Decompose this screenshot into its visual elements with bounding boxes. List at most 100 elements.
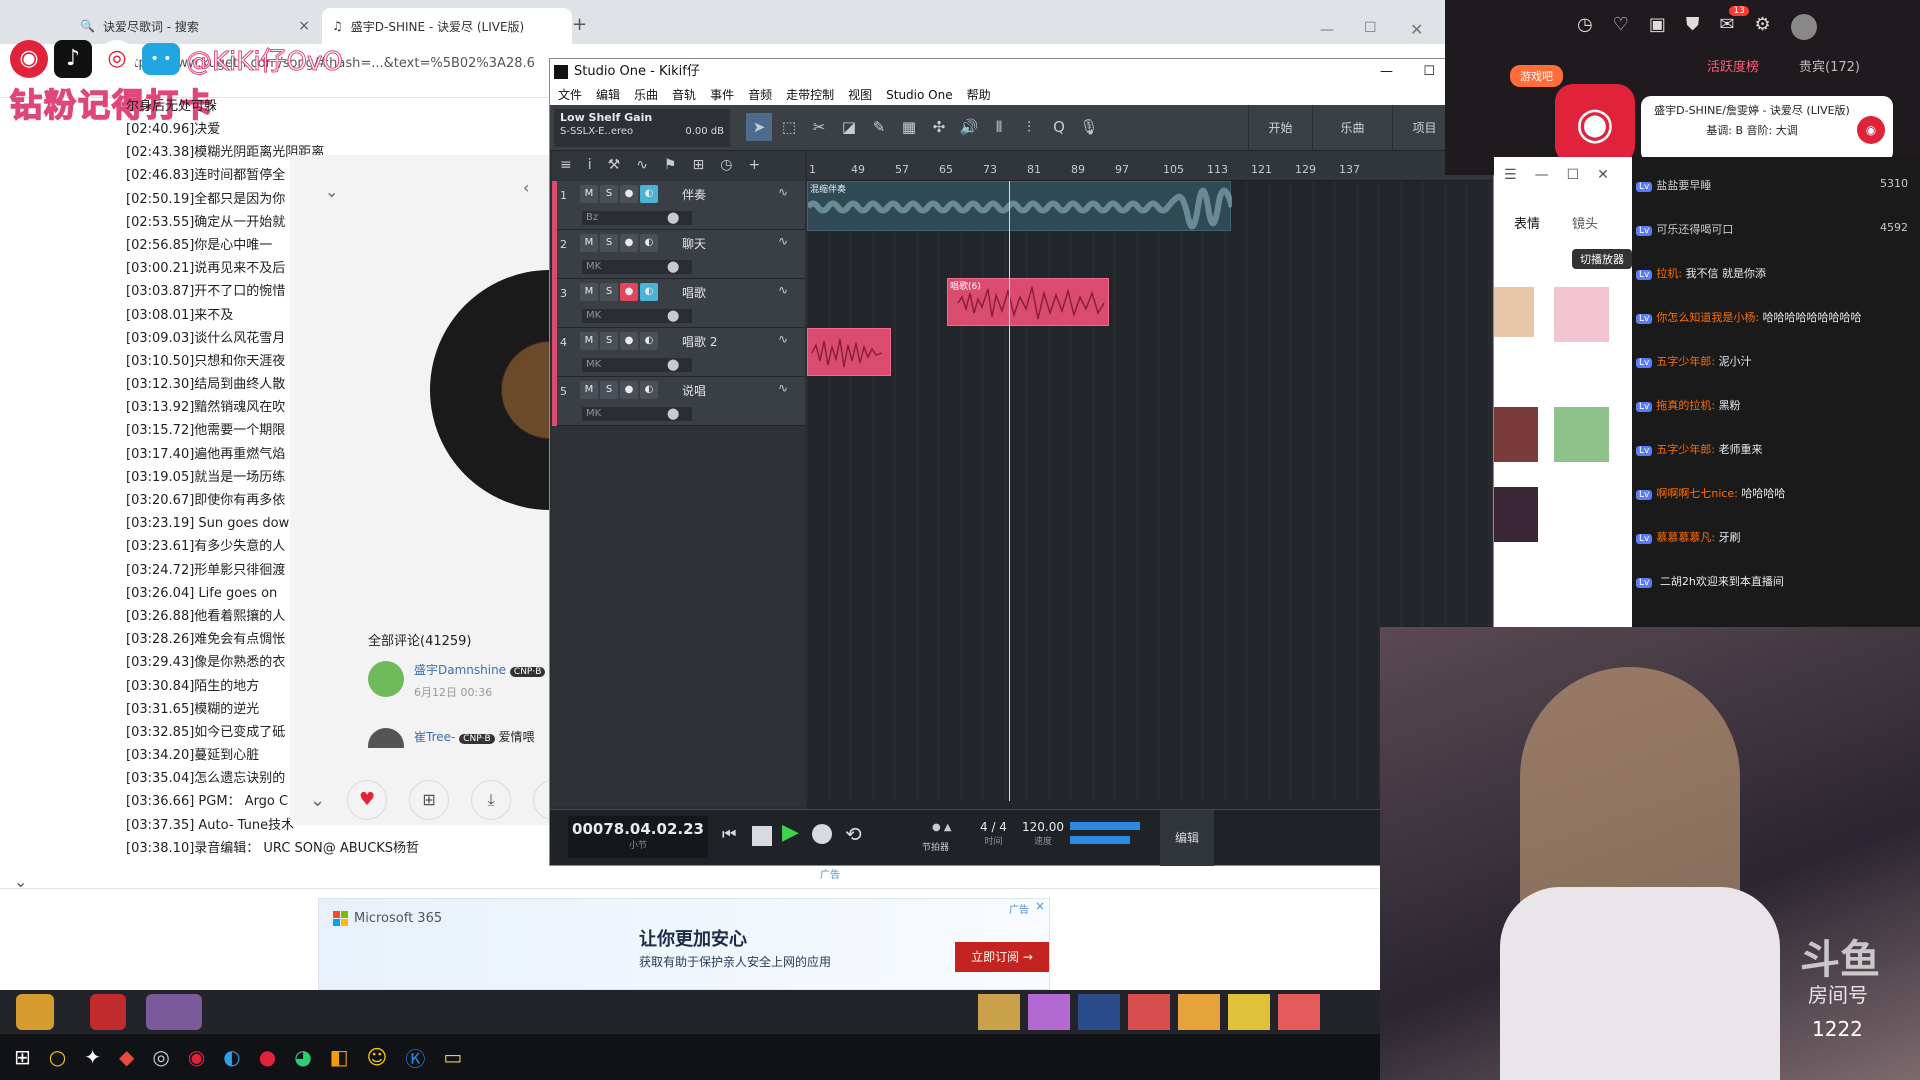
listen-tool-icon[interactable]: ✣ bbox=[926, 113, 952, 141]
netease-icon[interactable]: ◉ bbox=[188, 1045, 205, 1069]
audio-clip-vocal[interactable]: 唱歌(6) bbox=[947, 278, 1109, 326]
record-arm-button[interactable]: ● bbox=[620, 234, 638, 252]
chat-username[interactable]: 拉机: bbox=[1656, 267, 1682, 280]
track-row[interactable]: 4 M S ● ◐ 唱歌 2 ∿ MK ⬤ bbox=[552, 328, 805, 377]
menu-item[interactable]: 帮助 bbox=[967, 85, 991, 105]
solo-button[interactable]: S bbox=[600, 381, 618, 399]
record-arm-button[interactable]: ● bbox=[620, 185, 638, 203]
add-track-icon[interactable]: + bbox=[748, 157, 760, 175]
plugin-info[interactable]: Low Shelf Gain S-SSLX-E..ereo 0.00 dB bbox=[554, 109, 730, 147]
chat-username[interactable]: 你怎么知道我是小杨: bbox=[1656, 311, 1759, 324]
playhead[interactable] bbox=[1009, 181, 1010, 801]
download-icon[interactable]: ⤓ bbox=[471, 780, 512, 820]
track-row[interactable]: 2 M S ● ◐ 聊天 ∿ MK ⬤ bbox=[552, 230, 805, 279]
audio-clip-vocal2[interactable] bbox=[807, 328, 891, 376]
rewind-icon[interactable]: ⏮ bbox=[722, 824, 736, 844]
chevron-down-icon[interactable]: ⌄ bbox=[310, 790, 325, 811]
monitor-button[interactable]: ◐ bbox=[640, 381, 658, 399]
grid-icon[interactable]: ⊞ bbox=[692, 157, 704, 175]
chat-message[interactable]: Lv 五字少年郎: 泥小汁 bbox=[1636, 353, 1916, 369]
gift-icon[interactable] bbox=[90, 994, 126, 1030]
gift-icon[interactable] bbox=[978, 994, 1020, 1030]
add-to-list-icon[interactable]: ⊞ bbox=[409, 780, 450, 820]
toggle-icon[interactable]: ⬤ bbox=[667, 260, 679, 273]
metronome-icon[interactable]: ● ▲ bbox=[932, 822, 952, 833]
chat-message[interactable]: Lv 拖真的拉机: 黑粉 bbox=[1636, 397, 1916, 413]
chat-message[interactable]: Lv 五字少年郎: 老师重来 bbox=[1636, 441, 1916, 457]
clock-icon[interactable]: ◷ bbox=[1577, 14, 1593, 40]
pencil-tool-icon[interactable]: ✎ bbox=[866, 113, 892, 141]
switch-player-button[interactable]: 切播放器 bbox=[1572, 249, 1632, 269]
mute-button[interactable]: M bbox=[580, 332, 598, 350]
chat-message[interactable]: Lv 啊啊啊七七nice: 哈哈哈哈 bbox=[1636, 485, 1916, 501]
chat-username[interactable]: 可乐还得喝可口 bbox=[1656, 223, 1733, 236]
comment-user[interactable]: 盛宇Damnshine bbox=[414, 663, 506, 677]
track-name[interactable]: 唱歌 2 bbox=[682, 333, 717, 350]
gift-icon[interactable] bbox=[1278, 994, 1320, 1030]
speaker-icon[interactable]: 🔊 bbox=[956, 113, 982, 141]
track-name[interactable]: 说唱 bbox=[682, 382, 706, 399]
chat-message[interactable]: Lv 盐盐要早睡 5310 bbox=[1636, 177, 1916, 193]
solo-button[interactable]: S bbox=[600, 185, 618, 203]
calendar-icon[interactable]: ▣ bbox=[1649, 14, 1666, 40]
gift-icon[interactable] bbox=[1128, 994, 1170, 1030]
info-icon[interactable]: i bbox=[588, 157, 592, 175]
close-icon[interactable]: ✕ bbox=[1597, 167, 1609, 183]
menu-item[interactable]: 视图 bbox=[848, 85, 872, 105]
menu-item[interactable]: 乐曲 bbox=[634, 85, 658, 105]
avatar[interactable] bbox=[368, 661, 404, 697]
record-arm-button[interactable]: ● bbox=[620, 381, 638, 399]
maximize-icon[interactable]: ☐ bbox=[1567, 167, 1580, 183]
tab-song[interactable]: ♫ 盛宇D-SHINE - 诀爱尽 (LIVE版) bbox=[322, 8, 572, 44]
automation-icon[interactable]: ∿ bbox=[778, 185, 788, 199]
track-name[interactable]: 唱歌 bbox=[682, 284, 706, 301]
gift-icon[interactable] bbox=[1178, 994, 1220, 1030]
menu-item[interactable]: 编辑 bbox=[596, 85, 620, 105]
track-row[interactable]: 5 M S ● ◐ 说唱 ∿ MK ⬤ bbox=[552, 377, 805, 426]
mic-icon[interactable]: 🎙 bbox=[1076, 113, 1102, 141]
app-icon[interactable]: ☺ bbox=[367, 1045, 388, 1069]
app-icon[interactable]: ◧ bbox=[330, 1045, 349, 1069]
wrench-icon[interactable]: ⚒ bbox=[608, 157, 621, 175]
tempo-value[interactable]: 120.00 bbox=[1022, 820, 1064, 834]
studio-one-icon[interactable]: ✦ bbox=[84, 1045, 101, 1069]
chat-username[interactable]: 五字少年郎: bbox=[1656, 443, 1715, 456]
quantize-icon[interactable]: ⫶ bbox=[1016, 113, 1042, 141]
minimize-icon[interactable]: — bbox=[1535, 167, 1549, 183]
close-icon[interactable]: × bbox=[298, 18, 310, 34]
solo-button[interactable]: S bbox=[600, 283, 618, 301]
list-icon[interactable]: ≡ bbox=[560, 157, 572, 175]
toggle-icon[interactable]: ⬤ bbox=[667, 211, 679, 224]
solo-button[interactable]: S bbox=[600, 234, 618, 252]
mute-button[interactable]: M bbox=[580, 381, 598, 399]
chat-message[interactable]: Lv 慕慕慕慕凡: 牙刷 bbox=[1636, 529, 1916, 545]
q-icon[interactable]: Q bbox=[1046, 113, 1072, 141]
chat-username[interactable]: 盐盐要早睡 bbox=[1656, 179, 1711, 192]
steam-icon[interactable]: ◎ bbox=[152, 1045, 169, 1069]
chat-message[interactable]: Lv 你怎么知道我是小杨: 哈哈哈哈哈哈哈哈哈 bbox=[1636, 309, 1916, 325]
tab-camera[interactable]: 镜头 bbox=[1572, 213, 1598, 232]
heart-icon[interactable]: ♡ bbox=[1613, 14, 1629, 40]
bend-tool-icon[interactable]: ▦ bbox=[896, 113, 922, 141]
menu-item[interactable]: 音轨 bbox=[672, 85, 696, 105]
ad-banner[interactable]: Microsoft 365 让你更加安心 获取有助于保护亲人安全上网的应用 广告… bbox=[318, 898, 1050, 990]
mute-button[interactable]: M bbox=[580, 185, 598, 203]
menu-item[interactable]: 音频 bbox=[748, 85, 772, 105]
eraser-tool-icon[interactable]: ◪ bbox=[836, 113, 862, 141]
time-signature[interactable]: 4 / 4 bbox=[980, 820, 1007, 834]
maximize-icon[interactable]: ☐ bbox=[1423, 59, 1435, 85]
tab-emotes[interactable]: 表情 bbox=[1514, 213, 1540, 232]
record-arm-button[interactable]: ● bbox=[620, 283, 638, 301]
settings-icon[interactable]: ⚙ bbox=[1754, 14, 1770, 40]
loop-icon[interactable]: ⟲ bbox=[845, 822, 862, 846]
shirt-icon[interactable]: ⛊ bbox=[1686, 14, 1700, 40]
tab-vip[interactable]: 贵宾(172) bbox=[1799, 56, 1860, 75]
automation-icon[interactable]: ∿ bbox=[778, 332, 788, 346]
emote-thumb[interactable] bbox=[1554, 407, 1609, 462]
chat-username[interactable]: 啊啊啊七七nice: bbox=[1656, 487, 1738, 500]
monitor-button[interactable]: ◐ bbox=[640, 234, 658, 252]
song-button[interactable]: 乐曲 bbox=[1312, 105, 1392, 151]
chat-username[interactable]: 五字少年郎: bbox=[1656, 355, 1715, 368]
monitor-button[interactable]: ◐ bbox=[640, 332, 658, 350]
arrow-tool-icon[interactable]: ➤ bbox=[746, 113, 772, 141]
